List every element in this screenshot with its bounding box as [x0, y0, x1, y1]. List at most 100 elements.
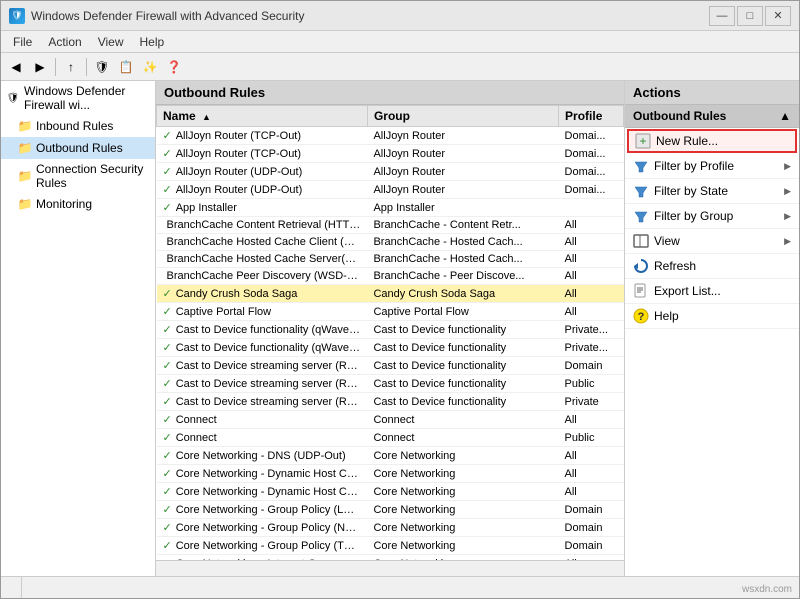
rule-name-cell: ✓Cast to Device streaming server (RTP-St… [157, 393, 368, 411]
inbound-folder-icon: 📁 [17, 118, 33, 134]
menu-help[interactable]: Help [132, 33, 173, 51]
action-item-filter-by-group[interactable]: Filter by Group▶ [625, 204, 799, 229]
toolbar-forward[interactable]: ▶ [29, 56, 51, 78]
table-row[interactable]: ✓AllJoyn Router (TCP-Out)AllJoyn RouterD… [157, 145, 624, 163]
menu-action[interactable]: Action [40, 33, 89, 51]
toolbar-back[interactable]: ◀ [5, 56, 27, 78]
main-window: 🛡 Windows Defender Firewall with Advance… [0, 0, 800, 599]
middle-panel: Outbound Rules Name ▲ Group [156, 81, 624, 576]
sidebar-item-connection-security[interactable]: 📁 Connection Security Rules [1, 159, 155, 193]
col-name[interactable]: Name ▲ [157, 106, 368, 127]
check-icon: ✓ [163, 342, 172, 354]
action-item-filter-by-state[interactable]: Filter by State▶ [625, 179, 799, 204]
table-row[interactable]: ✓Core Networking - Dynamic Host Config..… [157, 483, 624, 501]
title-bar-left: 🛡 Windows Defender Firewall with Advance… [9, 8, 304, 24]
action-icon [633, 158, 649, 174]
sidebar-item-outbound-label: Outbound Rules [36, 141, 123, 155]
action-icon [633, 233, 649, 249]
action-item-view[interactable]: View▶ [625, 229, 799, 254]
action-icon [633, 258, 649, 274]
close-button[interactable]: ✕ [765, 6, 791, 26]
rules-tbody: ✓ AllJoyn Router (TCP-Out) AllJoyn Router D… [157, 127, 624, 561]
table-row[interactable]: ✓AllJoyn Router (UDP-Out)AllJoyn RouterD… [157, 163, 624, 181]
action-icon [633, 183, 649, 199]
svg-text:+: + [639, 134, 646, 148]
check-icon: ✓ [163, 166, 172, 178]
sidebar-item-outbound[interactable]: 📁 Outbound Rules [1, 137, 155, 159]
rules-table-container[interactable]: Name ▲ Group Profile ✓AllJoyn Ro [156, 105, 624, 560]
sidebar-item-monitoring[interactable]: 📁 Monitoring [1, 193, 155, 215]
table-row[interactable]: BranchCache Peer Discovery (WSD-Out)Bran… [157, 268, 624, 285]
table-row[interactable]: ✓Cast to Device streaming server (RTP-St… [157, 393, 624, 411]
rule-group-cell: Cast to Device functionality [367, 339, 558, 357]
maximize-button[interactable]: □ [737, 6, 763, 26]
table-row[interactable]: ✓Core Networking - DNS (UDP-Out)Core Net… [157, 447, 624, 465]
menu-bar: File Action View Help [1, 31, 799, 53]
rule-group-cell: BranchCache - Content Retr... [367, 217, 558, 234]
chevron-right-icon: ▶ [784, 161, 791, 172]
check-icon: ✓ [163, 130, 172, 142]
sidebar-item-inbound[interactable]: 📁 Inbound Rules [1, 115, 155, 137]
action-item-help[interactable]: ?Help [625, 304, 799, 329]
rule-profile-cell: Domain [559, 357, 624, 375]
rule-name-cell: ✓Core Networking - Dynamic Host Config..… [157, 483, 368, 501]
table-row[interactable]: ✓Captive Portal FlowCaptive Portal FlowA… [157, 303, 624, 321]
rule-name-cell: BranchCache Content Retrieval (HTTP-O... [157, 217, 368, 234]
table-row[interactable]: ✓ConnectConnectAll [157, 411, 624, 429]
table-row[interactable]: ✓Cast to Device functionality (qWave-TCP… [157, 321, 624, 339]
menu-view[interactable]: View [90, 33, 132, 51]
toolbar-new[interactable]: ✨ [139, 56, 161, 78]
action-item-new-rule...[interactable]: +New Rule... [627, 129, 797, 153]
table-row[interactable]: ✓Core Networking - Group Policy (LSASS-.… [157, 501, 624, 519]
rule-name-cell: ✓Core Networking - Group Policy (TCP-Out… [157, 537, 368, 555]
toolbar-help[interactable]: ❓ [163, 56, 185, 78]
rule-name: AllJoyn Router (UDP-Out) [176, 166, 303, 178]
table-row[interactable]: ✓AllJoyn Router (TCP-Out)AllJoyn RouterD… [157, 127, 624, 145]
table-row[interactable]: ✓Core Networking - Group Policy (TCP-Out… [157, 537, 624, 555]
action-label: Refresh [654, 259, 696, 273]
horizontal-scrollbar[interactable] [156, 560, 624, 576]
table-row[interactable]: ✓AllJoyn Router (UDP-Out)AllJoyn RouterD… [157, 181, 624, 199]
table-row[interactable]: ✓Candy Crush Soda SagaCandy Crush Soda S… [157, 285, 624, 303]
menu-file[interactable]: File [5, 33, 40, 51]
toolbar-properties[interactable]: 📋 [115, 56, 137, 78]
table-row[interactable]: ✓ConnectConnectPublic [157, 429, 624, 447]
content-area: 🛡 Windows Defender Firewall wi... 📁 Inbo… [1, 81, 799, 576]
action-item-export-list...[interactable]: Export List... [625, 279, 799, 304]
check-icon: ✓ [163, 288, 172, 300]
rules-table: Name ▲ Group Profile ✓AllJoyn Ro [156, 105, 624, 560]
toolbar-up[interactable]: ↑ [60, 56, 82, 78]
action-item-filter-by-profile[interactable]: Filter by Profile▶ [625, 154, 799, 179]
rule-name-cell: ✓Cast to Device functionality (qWave-UDP… [157, 339, 368, 357]
rule-profile-cell: Private [559, 393, 624, 411]
check-icon: ✓ [163, 468, 172, 480]
actions-section-title: Outbound Rules [633, 109, 726, 123]
toolbar-show-hide[interactable]: 🛡 [91, 56, 113, 78]
col-profile[interactable]: Profile [559, 106, 624, 127]
table-row[interactable]: BranchCache Hosted Cache Server(HTT...Br… [157, 251, 624, 268]
table-row[interactable]: ✓Cast to Device streaming server (RTP-St… [157, 375, 624, 393]
table-row[interactable]: ✓Core Networking - Group Policy (NP-Out)… [157, 519, 624, 537]
col-group[interactable]: Group [367, 106, 558, 127]
table-row[interactable]: ✓Core Networking - Dynamic Host Config..… [157, 465, 624, 483]
rule-group-cell: AllJoyn Router [367, 163, 558, 181]
actions-section-collapse[interactable]: ▲ [779, 109, 791, 123]
rule-name: AllJoyn Router (TCP-Out) [176, 148, 301, 160]
rule-name-cell: ✓Core Networking - Group Policy (NP-Out) [157, 519, 368, 537]
table-row[interactable]: ✓App InstallerApp Installer [157, 199, 624, 217]
action-item-refresh[interactable]: Refresh [625, 254, 799, 279]
tree-root[interactable]: 🛡 Windows Defender Firewall wi... [1, 81, 155, 115]
table-row[interactable]: ✓Cast to Device streaming server (RTP-St… [157, 357, 624, 375]
rule-group-cell: Core Networking [367, 537, 558, 555]
rule-name-cell: ✓Cast to Device streaming server (RTP-St… [157, 357, 368, 375]
action-icon: ? [633, 308, 649, 324]
outbound-folder-icon: 📁 [17, 140, 33, 156]
table-row[interactable]: BranchCache Hosted Cache Client (HTT...B… [157, 234, 624, 251]
table-row[interactable]: ✓Cast to Device functionality (qWave-UDP… [157, 339, 624, 357]
action-label: View [654, 234, 680, 248]
rule-group-cell: BranchCache - Hosted Cach... [367, 251, 558, 268]
chevron-right-icon: ▶ [784, 211, 791, 222]
minimize-button[interactable]: — [709, 6, 735, 26]
table-row[interactable]: BranchCache Content Retrieval (HTTP-O...… [157, 217, 624, 234]
rule-name: Core Networking - Group Policy (TCP-Out) [176, 540, 368, 552]
